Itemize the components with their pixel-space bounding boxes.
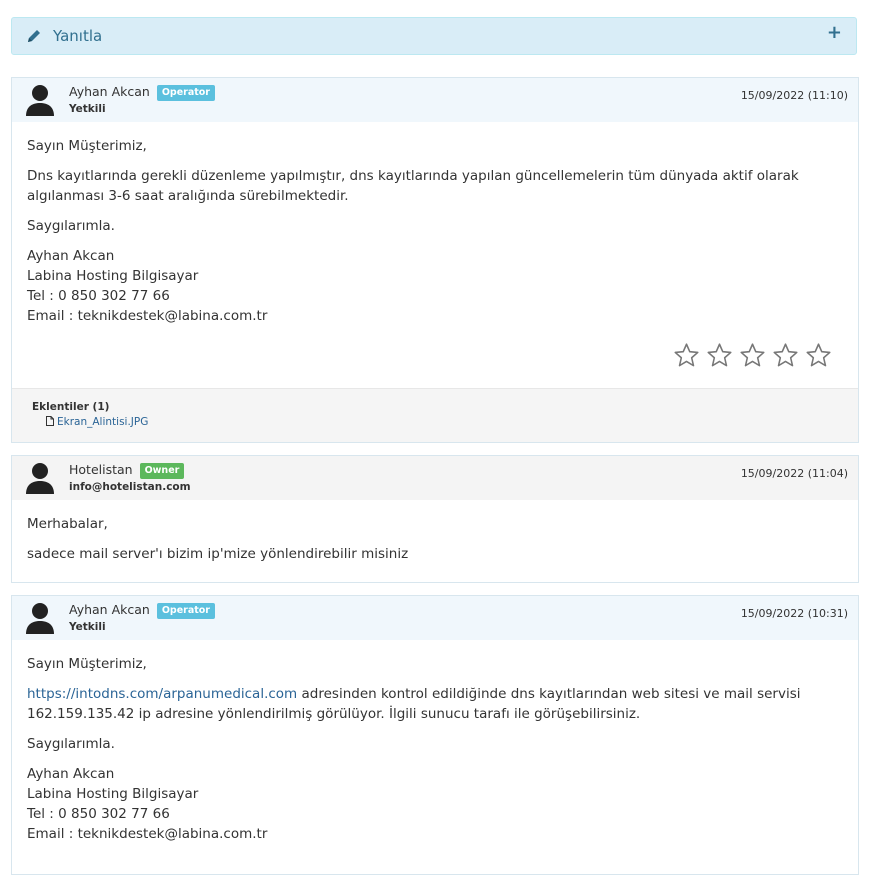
attachments-title: Eklentiler (1) bbox=[32, 401, 110, 413]
message-paragraph: Merhabalar, bbox=[27, 516, 108, 532]
star-icon[interactable] bbox=[673, 342, 700, 369]
author-name: Hotelistan bbox=[69, 462, 133, 477]
message-body: Merhabalar, sadece mail server'ı bizim i… bbox=[12, 500, 858, 564]
message-header: Ayhan Akcan Operator Yetkili 15/09/2022 … bbox=[12, 596, 858, 640]
message-paragraph: Saygılarımla. bbox=[27, 736, 115, 752]
author-role: Yetkili bbox=[69, 621, 106, 633]
message-paragraph: Sayın Müşterimiz, bbox=[27, 138, 147, 154]
message-paragraph: Dns kayıtlarında gerekli düzenleme yapıl… bbox=[27, 168, 799, 204]
ticket-message: Ayhan Akcan Operator Yetkili 15/09/2022 … bbox=[11, 77, 859, 443]
signature-line: Ayhan Akcan bbox=[27, 766, 115, 782]
reply-toggle-bar[interactable]: Yanıtla + bbox=[11, 17, 857, 55]
signature-line: Email : teknikdestek@labina.com.tr bbox=[27, 826, 268, 842]
signature-line: Ayhan Akcan bbox=[27, 248, 115, 264]
author-line: Ayhan Akcan Operator bbox=[69, 602, 215, 619]
message-paragraph: https://intodns.com/arpanumedical.com ad… bbox=[27, 684, 842, 724]
user-avatar-icon bbox=[26, 603, 54, 634]
message-paragraph: Saygılarımla. bbox=[27, 218, 115, 234]
plus-icon[interactable]: + bbox=[827, 22, 842, 43]
message-body: Sayın Müşterimiz, https://intodns.com/ar… bbox=[12, 640, 858, 844]
message-paragraph: sadece mail server'ı bizim ip'mize yönle… bbox=[27, 546, 409, 562]
signature: Ayhan Akcan Labina Hosting Bilgisayar Te… bbox=[27, 764, 842, 844]
message-date: 15/09/2022 (10:31) bbox=[740, 607, 848, 620]
file-icon bbox=[46, 416, 54, 426]
message-date: 15/09/2022 (11:10) bbox=[740, 89, 848, 102]
pencil-icon bbox=[28, 30, 40, 42]
author-name: Ayhan Akcan bbox=[69, 84, 150, 99]
ticket-message: Hotelistan Owner info@hotelistan.com 15/… bbox=[11, 455, 859, 583]
signature-line: Labina Hosting Bilgisayar bbox=[27, 786, 199, 802]
owner-badge: Owner bbox=[139, 463, 185, 479]
message-date: 15/09/2022 (11:04) bbox=[740, 467, 848, 480]
star-icon[interactable] bbox=[739, 342, 766, 369]
signature-line: Email : teknikdestek@labina.com.tr bbox=[27, 308, 268, 324]
author-name: Ayhan Akcan bbox=[69, 602, 150, 617]
user-avatar-icon bbox=[26, 463, 54, 494]
author-email: info@hotelistan.com bbox=[69, 481, 191, 493]
author-line: Ayhan Akcan Operator bbox=[69, 84, 215, 101]
star-icon[interactable] bbox=[805, 342, 832, 369]
ticket-message: Ayhan Akcan Operator Yetkili 15/09/2022 … bbox=[11, 595, 859, 875]
message-paragraph: Sayın Müşterimiz, bbox=[27, 656, 147, 672]
attachment-link[interactable]: Ekran_Alintisi.JPG bbox=[46, 416, 148, 428]
signature-line: Labina Hosting Bilgisayar bbox=[27, 268, 199, 284]
message-body: Sayın Müşterimiz, Dns kayıtlarında gerek… bbox=[12, 122, 858, 326]
operator-badge: Operator bbox=[156, 603, 215, 619]
message-header: Ayhan Akcan Operator Yetkili 15/09/2022 … bbox=[12, 78, 858, 122]
star-icon[interactable] bbox=[706, 342, 733, 369]
signature: Ayhan Akcan Labina Hosting Bilgisayar Te… bbox=[27, 246, 842, 326]
attachment-filename[interactable]: Ekran_Alintisi.JPG bbox=[57, 416, 148, 428]
star-icon[interactable] bbox=[772, 342, 799, 369]
author-role: Yetkili bbox=[69, 103, 106, 115]
intodns-link[interactable]: https://intodns.com/arpanumedical.com bbox=[27, 686, 297, 702]
reply-label: Yanıtla bbox=[53, 27, 103, 45]
message-header: Hotelistan Owner info@hotelistan.com 15/… bbox=[12, 456, 858, 500]
user-avatar-icon bbox=[26, 85, 54, 116]
signature-line: Tel : 0 850 302 77 66 bbox=[27, 806, 170, 822]
attachments-section: Eklentiler (1) Ekran_Alintisi.JPG bbox=[12, 388, 858, 442]
author-line: Hotelistan Owner bbox=[69, 462, 185, 479]
operator-badge: Operator bbox=[156, 85, 215, 101]
rating-stars bbox=[673, 342, 832, 369]
signature-line: Tel : 0 850 302 77 66 bbox=[27, 288, 170, 304]
